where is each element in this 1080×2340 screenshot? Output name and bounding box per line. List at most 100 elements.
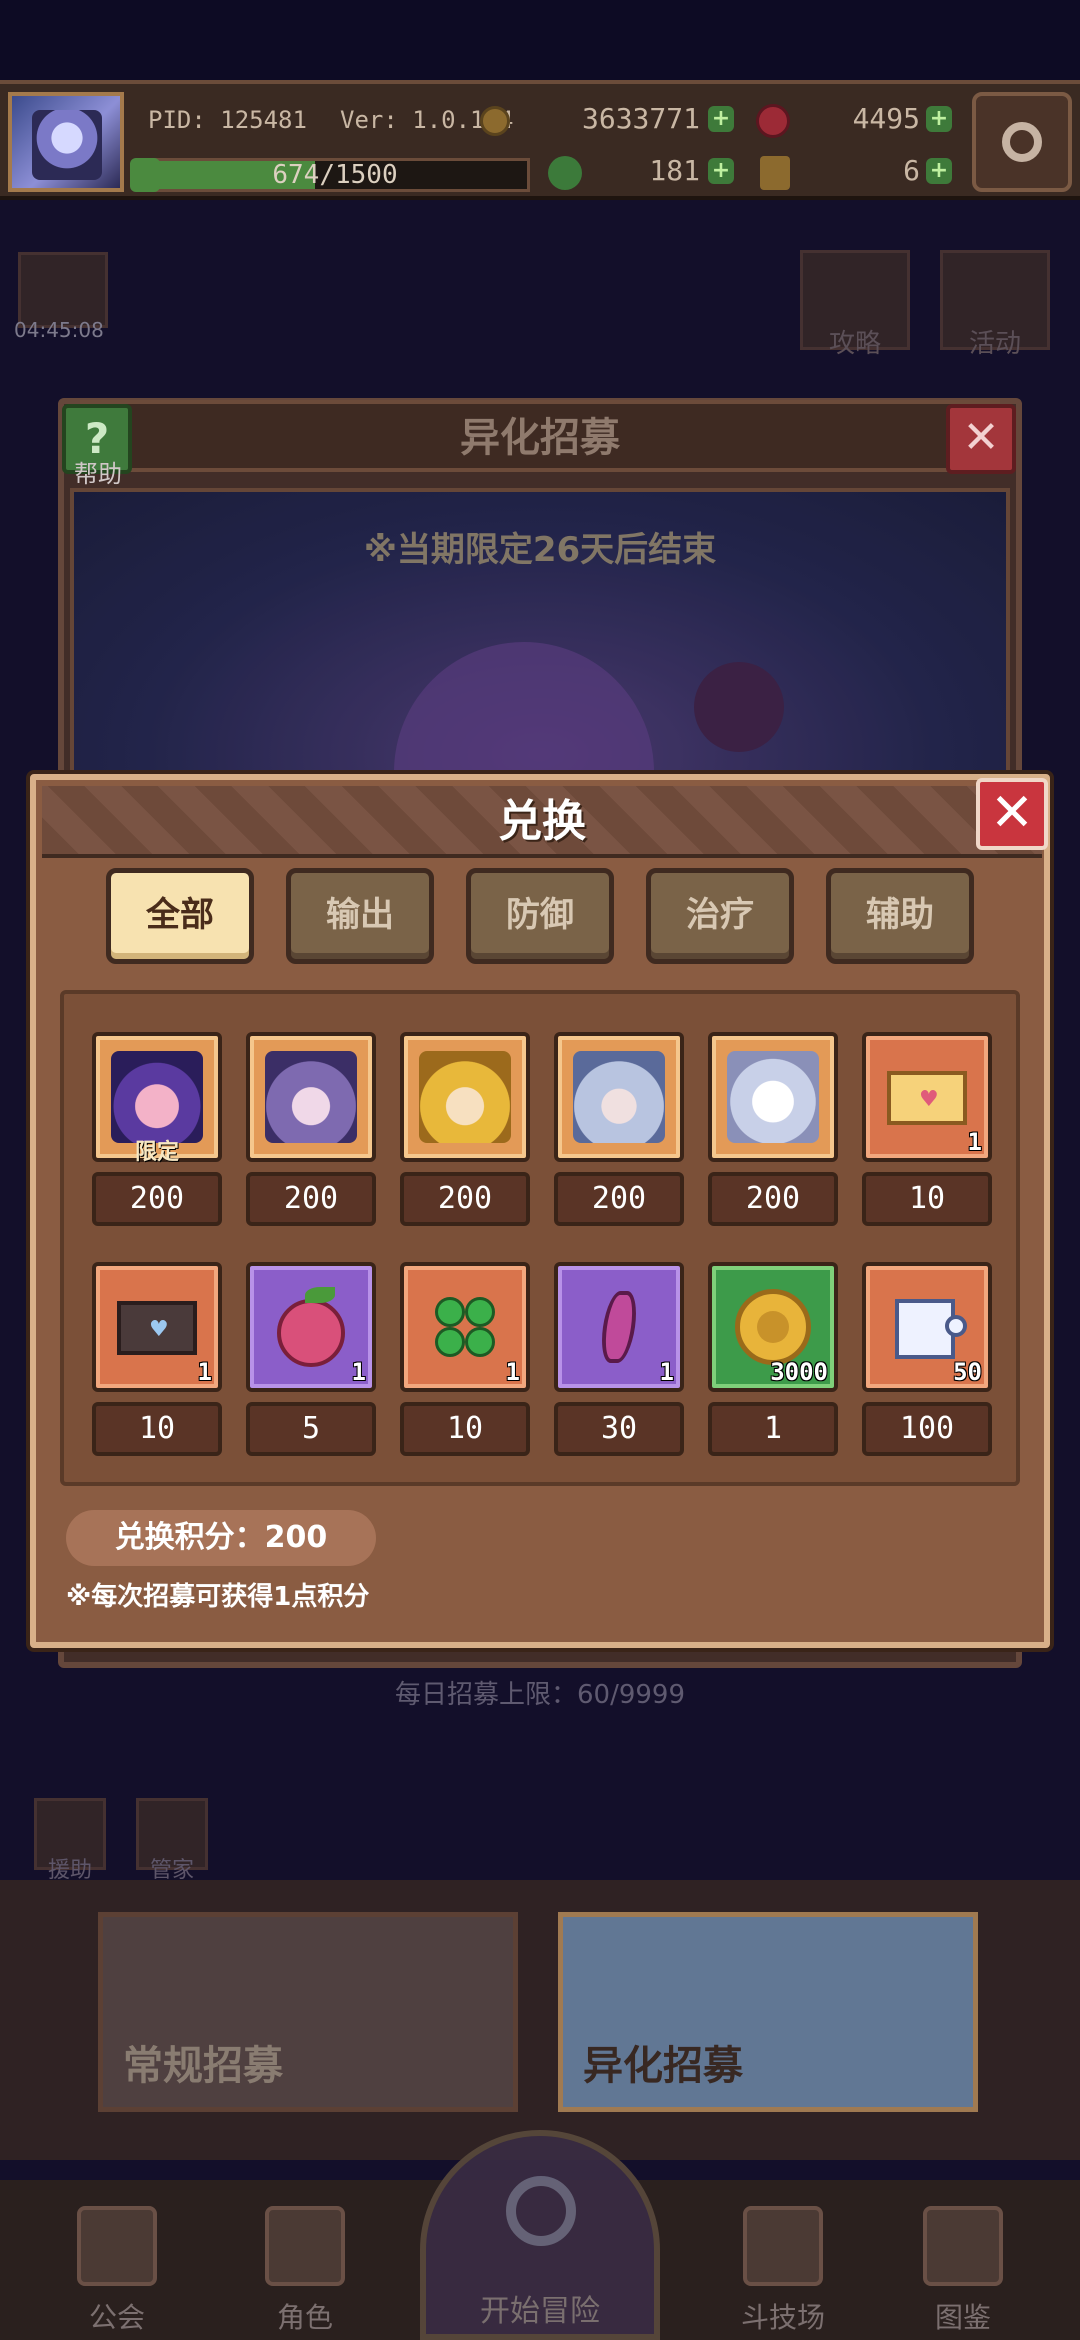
- exchange-header: 兑换: [42, 786, 1042, 858]
- recruit-banner: ※当期限定26天后结束: [70, 488, 1010, 792]
- magnifier-icon: [506, 2176, 576, 2246]
- exchange-close-button[interactable]: ✕: [976, 778, 1048, 850]
- orb-art: [694, 662, 784, 752]
- exchange-item[interactable]: 200: [246, 1032, 376, 1226]
- exchange-item[interactable]: 50 100: [862, 1262, 992, 1456]
- gear-icon: [1002, 122, 1042, 162]
- exp-clover-icon: [130, 158, 160, 192]
- item-cost: 1: [708, 1402, 838, 1456]
- exchange-item[interactable]: 200: [554, 1032, 684, 1226]
- status-bar: PID: 125481 Ver: 1.0.1.4 3633771 + 4495 …: [0, 80, 1080, 200]
- hero-purple-hair-icon: [265, 1051, 357, 1143]
- exp-bar: 674/1500: [140, 158, 530, 192]
- hero-silver-armor-icon: [573, 1051, 665, 1143]
- alien-recruit-label: 异化招募: [583, 2043, 743, 2089]
- tab-defense[interactable]: 防御: [466, 868, 614, 964]
- item-cost: 30: [554, 1402, 684, 1456]
- nav-guild-label: 公会: [88, 2301, 145, 2334]
- player-id: PID: 125481: [148, 106, 307, 134]
- guide-button[interactable]: 攻略: [800, 250, 910, 359]
- normal-recruit-card[interactable]: 常规招募: [98, 1912, 518, 2112]
- item-cost: 10: [400, 1402, 530, 1456]
- clover-amount: 181: [649, 154, 700, 187]
- tab-damage[interactable]: 输出: [286, 868, 434, 964]
- ticket-amount: 6: [903, 154, 920, 187]
- player-avatar[interactable]: [8, 92, 124, 192]
- tab-support[interactable]: 辅助: [826, 868, 974, 964]
- item-cost: 200: [554, 1172, 684, 1226]
- add-gold-button[interactable]: +: [708, 106, 734, 132]
- daily-recruit-limit: 每日招募上限：60/9999: [394, 1680, 685, 1710]
- exchange-item[interactable]: 200: [708, 1032, 838, 1226]
- event-timer: 04:45:08: [14, 318, 104, 342]
- item-cost: 200: [400, 1172, 530, 1226]
- tab-defense-label: 防御: [506, 895, 574, 935]
- exchange-item[interactable]: ♥ 1 10: [862, 1032, 992, 1226]
- item-cost: 200: [708, 1172, 838, 1226]
- nav-arena[interactable]: 斗技场: [718, 2196, 848, 2336]
- dark-letter-icon: ♥: [111, 1281, 203, 1373]
- exchange-item[interactable]: ♥ 1 10: [92, 1262, 222, 1456]
- hero-blonde-icon: [419, 1051, 511, 1143]
- exchange-item[interactable]: 1 5: [246, 1262, 376, 1456]
- add-ticket-button[interactable]: +: [926, 158, 952, 184]
- mushroom-hat-art: [394, 642, 654, 792]
- exchange-item[interactable]: 1 10: [400, 1262, 530, 1456]
- item-quantity: 50: [953, 1358, 982, 1386]
- event-button[interactable]: 活动: [940, 250, 1050, 359]
- nav-arena-label: 斗技场: [740, 2301, 825, 2334]
- tab-damage-label: 输出: [326, 895, 394, 935]
- purple-crystal-icon: [573, 1281, 665, 1373]
- tab-heal[interactable]: 治疗: [646, 868, 794, 964]
- nav-codex[interactable]: 图鉴: [898, 2196, 1028, 2336]
- exp-text: 674/1500: [272, 160, 398, 190]
- close-icon: ✕: [990, 783, 1034, 843]
- tab-all[interactable]: 全部: [106, 868, 254, 964]
- item-quantity: 1: [659, 1358, 674, 1386]
- four-leaf-clover-icon: [419, 1281, 511, 1373]
- tab-support-label: 辅助: [866, 895, 934, 935]
- hero-witch-icon: [111, 1051, 203, 1143]
- limited-tag: 限定: [134, 1140, 179, 1165]
- banner-countdown: ※当期限定26天后结束: [363, 530, 717, 570]
- tab-heal-label: 治疗: [686, 895, 754, 935]
- settings-button[interactable]: [972, 92, 1072, 192]
- gem-amount: 4495: [852, 102, 920, 135]
- exchange-title: 兑换: [498, 796, 586, 847]
- nav-character-label: 角色: [276, 2301, 333, 2334]
- item-quantity: 1: [351, 1358, 366, 1386]
- love-letter-icon: ♥: [881, 1051, 973, 1143]
- exchange-item[interactable]: 200: [400, 1032, 530, 1226]
- item-quantity: 1: [967, 1128, 982, 1156]
- item-quantity: 1: [197, 1358, 212, 1386]
- add-clover-button[interactable]: +: [708, 158, 734, 184]
- item-cost: 200: [92, 1172, 222, 1226]
- event-timer-icon[interactable]: [18, 252, 108, 328]
- normal-recruit-label: 常规招募: [123, 2043, 283, 2089]
- exchange-item[interactable]: 限定 200: [92, 1032, 222, 1226]
- item-cost: 10: [862, 1172, 992, 1226]
- red-gem-icon: [756, 104, 790, 138]
- nav-guild[interactable]: 公会: [52, 2196, 182, 2336]
- nav-codex-label: 图鉴: [934, 2301, 991, 2334]
- avatar-portrait: [32, 110, 102, 180]
- gold-amount: 3633771: [581, 102, 700, 135]
- add-gem-button[interactable]: +: [926, 106, 952, 132]
- recruit-title-bar: 异化招募: [80, 400, 1000, 472]
- item-cost: 5: [246, 1402, 376, 1456]
- exchange-points: 兑换积分：200: [66, 1510, 376, 1566]
- gold-coin-icon: [480, 106, 510, 136]
- recruit-close-button[interactable]: ✕: [946, 404, 1016, 474]
- item-quantity: 1: [505, 1358, 520, 1386]
- exchange-item[interactable]: 3000 1: [708, 1262, 838, 1456]
- points-note: ※每次招募可获得1点积分: [66, 1582, 370, 1612]
- hero-white-hair-icon: [727, 1051, 819, 1143]
- item-cost: 10: [92, 1402, 222, 1456]
- exchange-item[interactable]: 1 30: [554, 1262, 684, 1456]
- nav-character[interactable]: 角色: [240, 2196, 370, 2336]
- item-quantity: 3000: [770, 1358, 828, 1386]
- ticket-icon: [760, 156, 790, 190]
- alien-recruit-card[interactable]: 异化招募: [558, 1912, 978, 2112]
- crossed-swords-icon: [743, 2206, 823, 2286]
- item-cost: 200: [246, 1172, 376, 1226]
